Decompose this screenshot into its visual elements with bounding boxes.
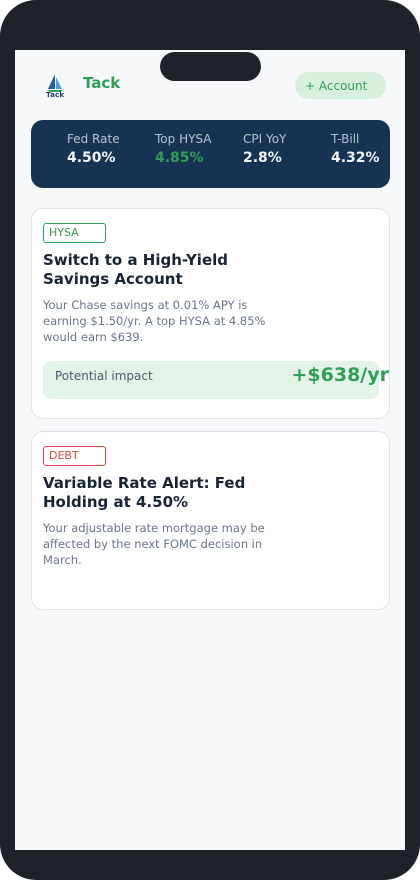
card-description: Your Chase savings at 0.01% APY is earni… [43,298,266,344]
rate-value: 4.32% [331,150,380,166]
card-description: Your adjustable rate mortgage may be aff… [43,521,265,567]
rate-value: 4.50% [67,150,116,166]
rate-label: T-Bill [331,132,360,146]
rate-value: 2.8% [243,150,282,166]
card-title: Variable Rate Alert: Fed Holding at 4.50… [43,474,246,511]
rate-value: 4.85% [155,150,204,166]
rate-fed: Fed Rate 4.50% [67,132,120,166]
rate-cpi: CPI YoY 2.8% [243,132,286,166]
rate-alert-card[interactable]: DEBT Variable Rate Alert: Fed Holding at… [31,431,390,610]
impact-panel: Potential impact +$638/yr [43,361,389,399]
rate-label: Top HYSA [155,132,212,146]
hysa-recommendation-card[interactable]: HYSA Switch to a High-Yield Savings Acco… [31,208,390,419]
camera-notch [160,52,261,81]
rate-top-hysa: Top HYSA 4.85% [155,132,211,166]
add-account-label: + Account [305,78,368,93]
category-badge: HYSA [43,223,106,243]
add-account-button[interactable]: + Account [295,72,386,99]
rate-label: Fed Rate [67,132,120,146]
impact-value: +$638/yr [291,364,390,386]
rates-ticker[interactable]: Fed Rate 4.50% Top HYSA 4.85% CPI YoY 2.… [31,120,390,188]
category-badge: DEBT [43,446,106,466]
rate-tbill: T-Bill 4.32% [331,132,380,166]
impact-label: Potential impact [55,369,153,383]
rate-label: CPI YoY [243,132,287,146]
app-brand-name[interactable]: Tack [83,74,120,92]
card-title: Switch to a High-Yield Savings Account [43,251,228,288]
logo-wordmark: Tack [46,91,65,99]
